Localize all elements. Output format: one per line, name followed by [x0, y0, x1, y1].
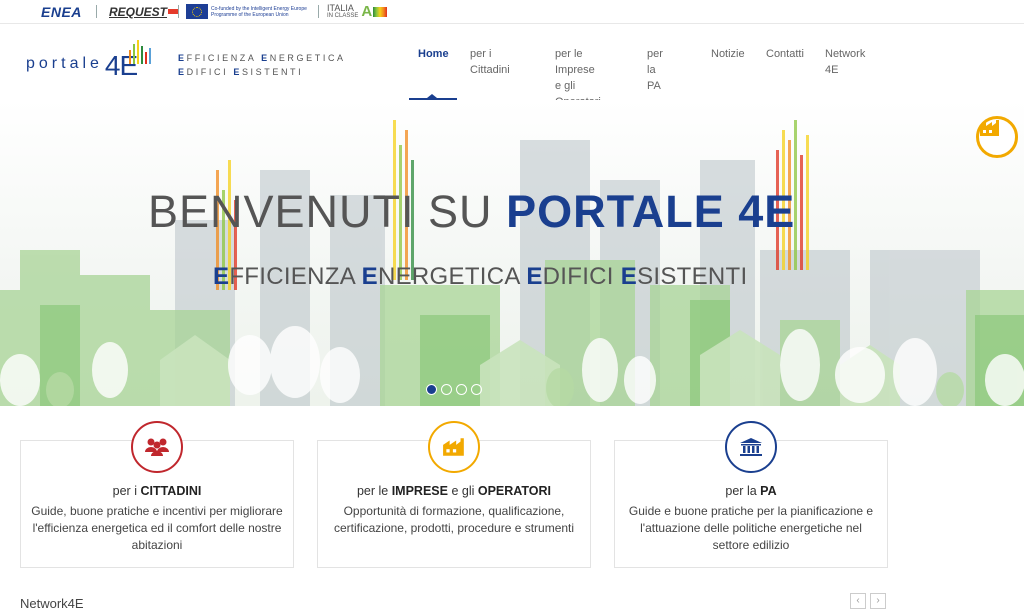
factory-icon	[428, 421, 480, 473]
tagline-cap: E	[233, 67, 242, 77]
nav-home[interactable]: Home	[418, 46, 449, 62]
card-description: Guide, buone pratiche e incentivi per mi…	[31, 504, 283, 552]
card-title-mid: e gli	[447, 484, 478, 498]
logo-separator	[318, 5, 319, 18]
hero-subtitle-cap: E	[620, 263, 638, 290]
card-title-bold: IMPRESE	[391, 484, 448, 498]
brand-bars-icon	[127, 40, 155, 64]
city-skyline-illustration	[0, 120, 1024, 406]
tagline-cap: E	[178, 53, 187, 63]
tagline-line2: EDIFICI ESISTENTI	[178, 65, 346, 79]
card-cittadini[interactable]: per i CITTADINI Guide, buone pratiche e …	[20, 421, 294, 568]
nav-cittadini[interactable]: per i Cittadini	[470, 46, 510, 78]
card-title-prefix: per i	[112, 484, 141, 498]
slider-dot-4[interactable]	[471, 384, 482, 395]
nav-contatti[interactable]: Contatti	[766, 46, 804, 62]
slider-pagination	[426, 384, 482, 395]
tagline-line1: EFFICIENZA ENERGETICA	[178, 51, 346, 65]
card-imprese-operatori[interactable]: per le IMPRESE e gli OPERATORI Opportuni…	[317, 421, 591, 568]
hero-subtitle: EFFICIENZA ENERGETICA EDIFICI ESISTENTI	[213, 263, 747, 291]
hero-subtitle-word: DIFICI	[542, 263, 621, 290]
tagline-word: FFICIENZA	[186, 53, 257, 63]
hero-slider[interactable]: BENVENUTI SU PORTALE 4E EFFICIENZA ENERG…	[0, 100, 1024, 406]
hero-subtitle-cap: E	[361, 263, 378, 290]
logo-separator	[178, 5, 179, 18]
card-title: per la PA	[615, 484, 887, 498]
factory-icon[interactable]	[976, 116, 1018, 158]
card-title-prefix: per le	[356, 484, 392, 498]
request-flag-icon	[168, 9, 179, 14]
energy-class-leaf-icon	[373, 6, 388, 17]
hero-subtitle-word: NERGETICA	[377, 263, 527, 290]
hero-subtitle-word: SISTENTI	[637, 263, 748, 290]
card-title: per i CITTADINI	[21, 484, 293, 498]
nav-network-4e[interactable]: Network 4E	[825, 46, 865, 78]
card-title-bold: PA	[760, 484, 777, 498]
nav-pa[interactable]: per la PA	[647, 46, 663, 94]
nav-notizie[interactable]: Notizie	[711, 46, 745, 62]
people-icon	[131, 421, 183, 473]
slider-dot-1[interactable]	[426, 384, 437, 395]
logo-separator	[96, 5, 97, 18]
site-tagline: EFFICIENZA ENERGETICA EDIFICI ESISTENTI	[178, 51, 346, 79]
hero-title: BENVENUTI SU PORTALE 4E	[148, 186, 795, 238]
hero-subtitle-cap: E	[526, 263, 543, 290]
eu-logo[interactable]: Co-funded by the Intelligent Energy Euro…	[186, 3, 311, 20]
site-header: portale 4E EFFICIENZA ENERGETICA EDIFICI…	[0, 24, 1024, 108]
request-logo[interactable]: REQUEST	[109, 3, 179, 20]
enea-logo[interactable]: ENEA	[41, 3, 82, 20]
italia-in-classe-a-logo[interactable]: ITALIA IN CLASSE A	[327, 2, 388, 20]
italia-logo-text: ITALIA IN CLASSE	[327, 2, 359, 20]
partner-logos-bar: ENEA REQUEST Co-funded by the Intelligen…	[0, 0, 1024, 24]
hero-title-bold: PORTALE 4E	[506, 186, 796, 237]
italia-a-letter: A	[361, 2, 373, 20]
tagline-word: SISTENTI	[241, 67, 304, 77]
network4e-section-title: Network4E	[20, 596, 84, 611]
card-title-prefix: per la	[725, 484, 761, 498]
hero-subtitle-cap: E	[213, 263, 230, 290]
tagline-cap: E	[178, 67, 187, 77]
tagline-word: NERGETICA	[269, 53, 346, 63]
italia-line2: IN CLASSE	[327, 12, 359, 19]
brand-4e-mark: 4E	[105, 40, 161, 84]
hero-subtitle-word: FFICIENZA	[229, 263, 362, 290]
hero-title-plain: BENVENUTI SU	[148, 186, 507, 237]
card-pa[interactable]: per la PA Guide e buone pratiche per la …	[614, 421, 888, 568]
italia-line1: ITALIA	[327, 2, 354, 13]
card-description: Opportunità di formazione, qualificazion…	[333, 504, 575, 535]
eu-flag-icon	[186, 4, 208, 19]
card-title-bold2: OPERATORI	[477, 484, 552, 498]
card-description: Guide e buone pratiche per la pianificaz…	[628, 504, 874, 552]
request-logo-text: REQUEST	[109, 4, 168, 19]
slider-dot-2[interactable]	[441, 384, 452, 395]
tagline-cap: E	[261, 53, 270, 63]
nav-imprese-line1: per le Imprese	[555, 48, 595, 76]
site-logo[interactable]: portale 4E	[26, 40, 161, 84]
card-title-bold: CITTADINI	[140, 484, 202, 498]
eu-logo-text: Co-funded by the Intelligent Energy Euro…	[211, 5, 307, 18]
institution-icon	[725, 421, 777, 473]
carousel-next-button[interactable]: ›	[870, 593, 886, 609]
carousel-prev-button[interactable]: ‹	[850, 593, 866, 609]
brand-name: portale	[26, 55, 103, 72]
card-title: per le IMPRESE e gli OPERATORI	[318, 484, 590, 498]
tagline-word: DIFICI	[186, 67, 229, 77]
slider-dot-3[interactable]	[456, 384, 467, 395]
